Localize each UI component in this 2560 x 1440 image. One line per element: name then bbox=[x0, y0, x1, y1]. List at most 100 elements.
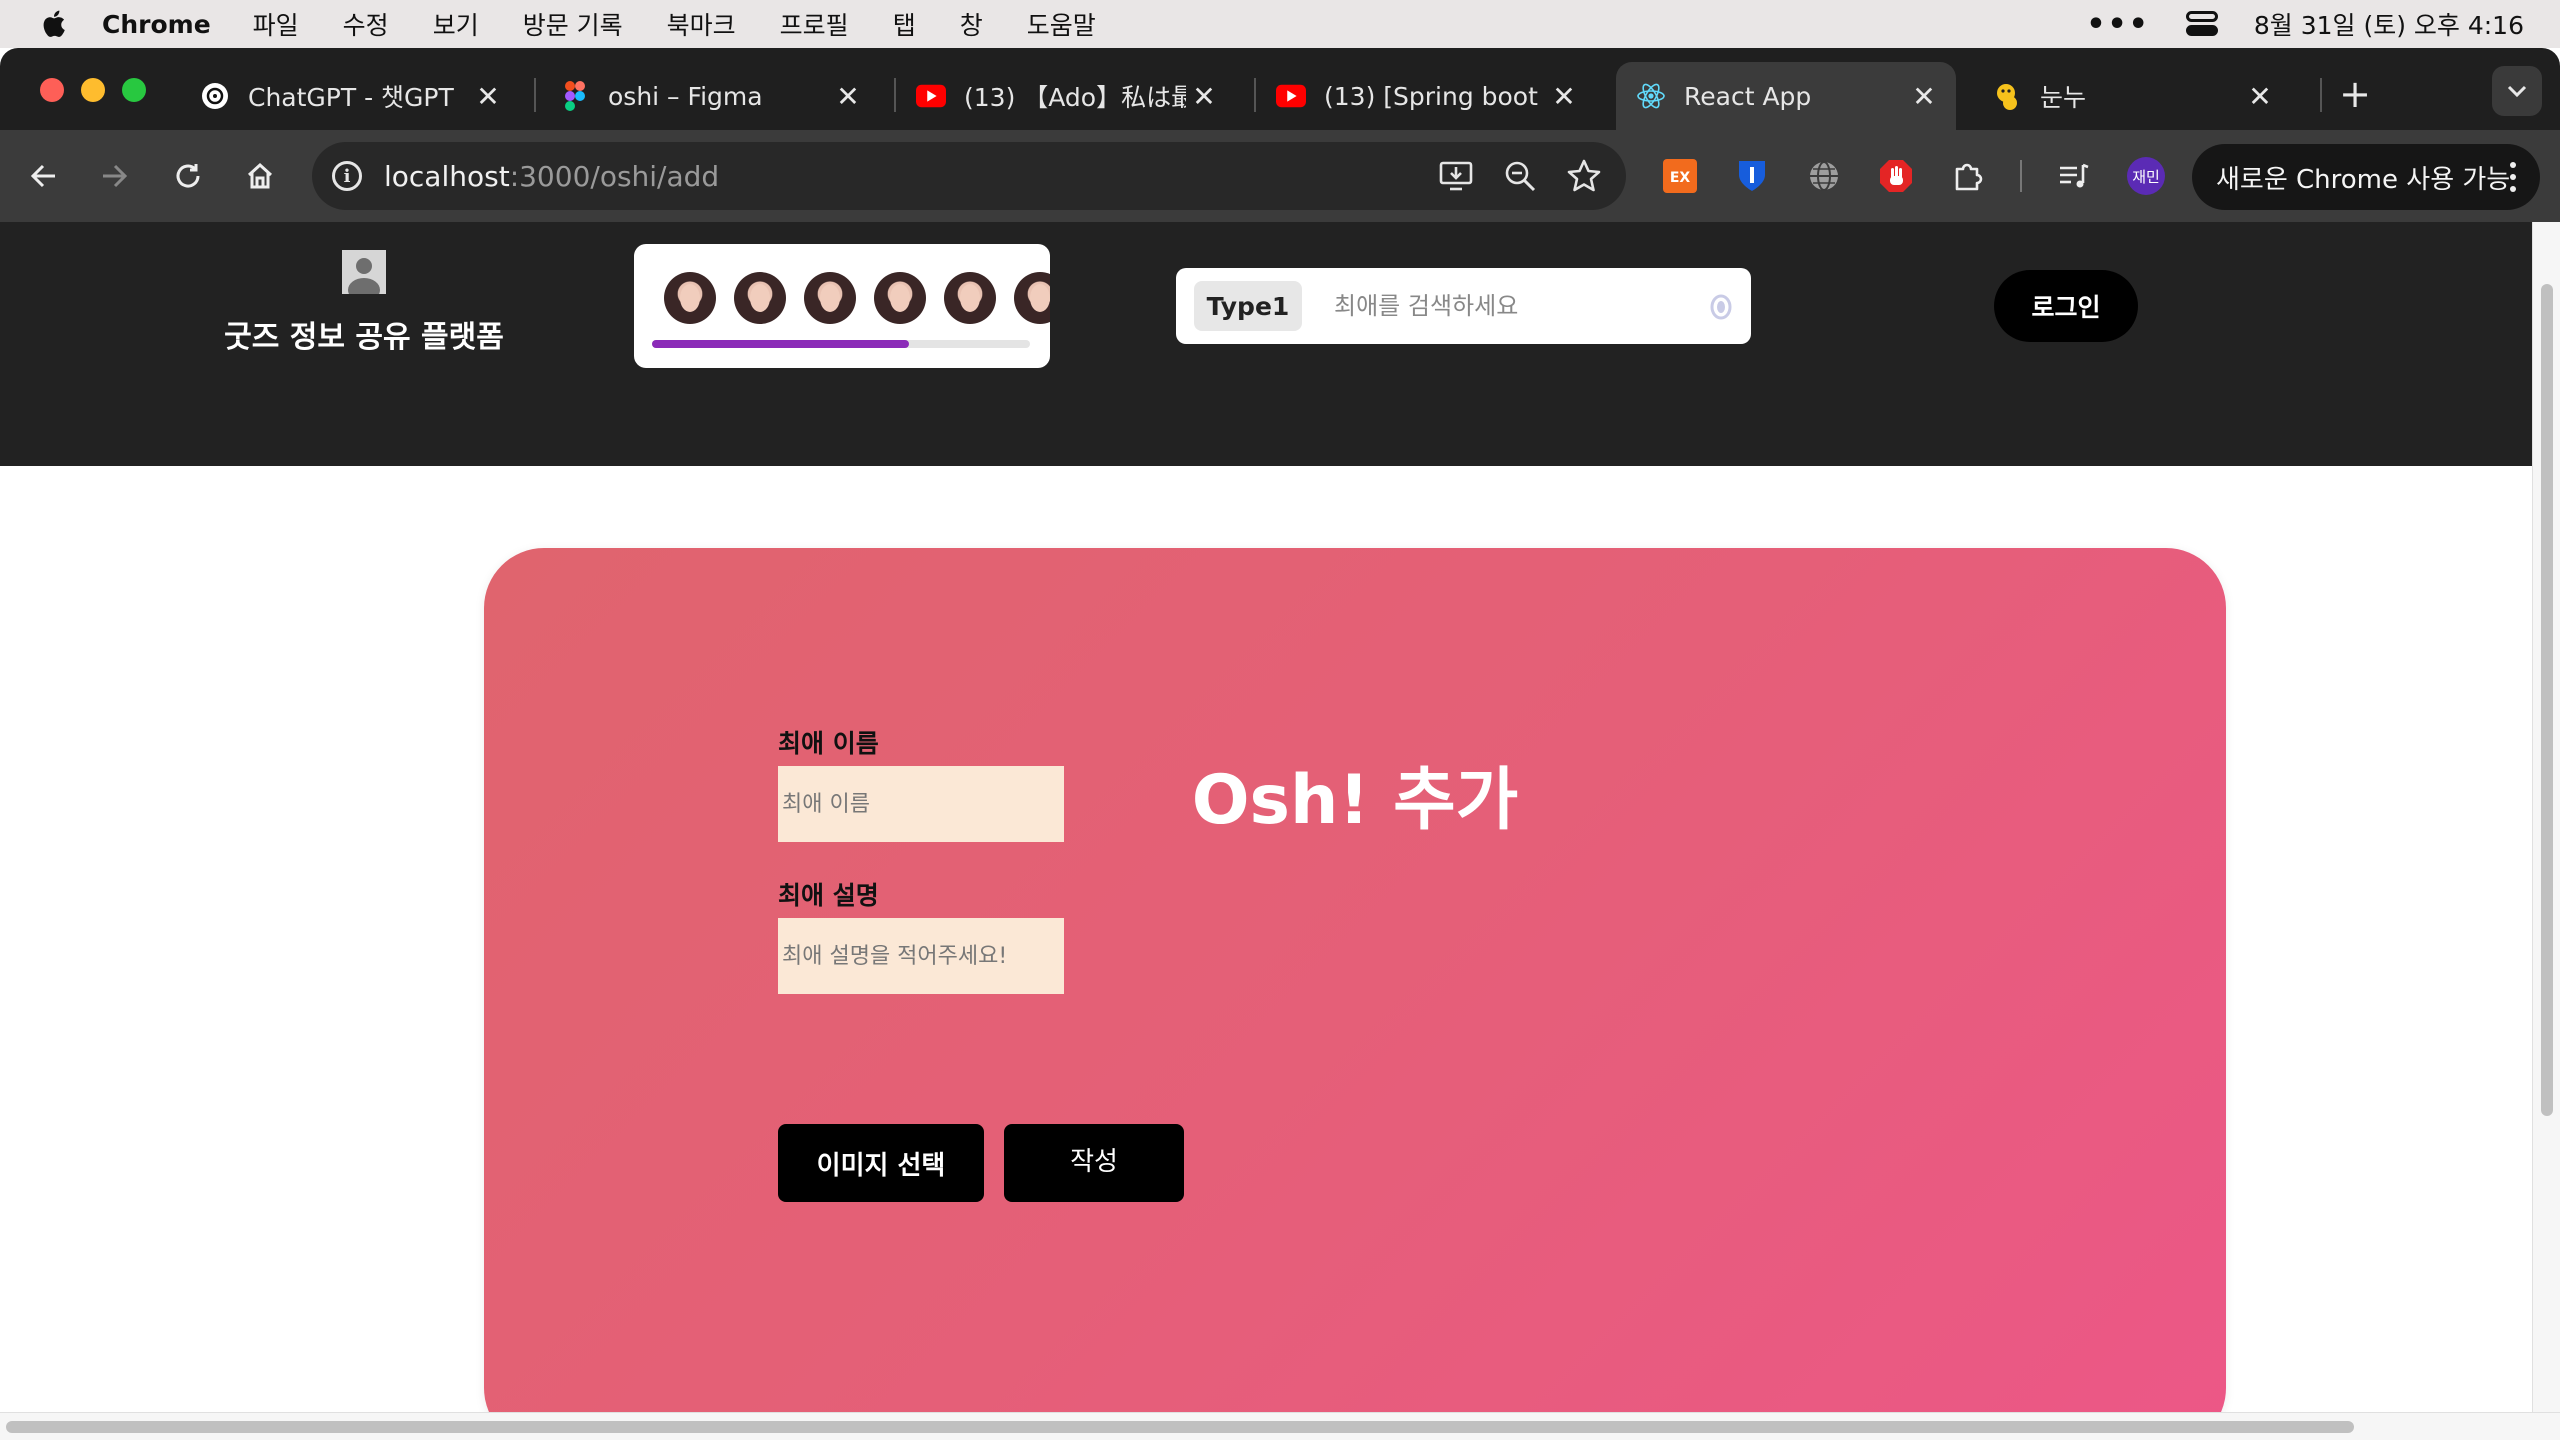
tab-figma[interactable]: oshi – Figma ✕ bbox=[540, 62, 880, 130]
menu-app-name[interactable]: Chrome bbox=[102, 10, 211, 39]
window-controls bbox=[40, 78, 146, 102]
select-image-button[interactable]: 이미지 선택 bbox=[778, 1124, 984, 1202]
tab-close-icon[interactable]: ✕ bbox=[1906, 78, 1942, 114]
forward-button[interactable] bbox=[90, 152, 138, 200]
install-app-icon[interactable] bbox=[1438, 158, 1474, 194]
address-bar[interactable]: i localhost:3000/oshi/add bbox=[312, 142, 1626, 210]
kebab-menu-icon bbox=[2510, 162, 2516, 192]
menu-bookmarks[interactable]: 북마크 bbox=[667, 6, 736, 42]
menu-tab[interactable]: 탭 bbox=[893, 6, 916, 42]
bitwarden-shield-icon[interactable] bbox=[1728, 152, 1776, 200]
oshi-description-input[interactable] bbox=[778, 918, 1064, 994]
oshi-avatar[interactable] bbox=[664, 272, 716, 324]
tab-title: React App bbox=[1684, 81, 1812, 111]
arrow-right-icon bbox=[103, 164, 128, 188]
minimize-window-button[interactable] bbox=[81, 78, 105, 102]
tab-close-icon[interactable]: ✕ bbox=[2242, 78, 2278, 114]
tab-strip: ChatGPT - 챗GPT ✕ oshi – Figma ✕ (13) 【Ad… bbox=[0, 48, 2560, 130]
search-input[interactable] bbox=[1334, 292, 1694, 320]
new-tab-button[interactable]: + bbox=[2330, 72, 2380, 116]
search-icon[interactable] bbox=[1709, 294, 1733, 320]
chrome-update-button[interactable]: 새로운 Chrome 사용 가능 bbox=[2192, 144, 2540, 210]
login-button[interactable]: 로그인 bbox=[1994, 270, 2138, 342]
close-window-button[interactable] bbox=[40, 78, 64, 102]
horizontal-scrollbar[interactable] bbox=[0, 1412, 2560, 1440]
extension-ex-icon[interactable]: EX bbox=[1656, 152, 1704, 200]
url-text[interactable]: localhost:3000/oshi/add bbox=[384, 160, 719, 193]
tab-react-app[interactable]: React App ✕ bbox=[1616, 62, 1956, 130]
tab-separator bbox=[2320, 78, 2322, 112]
oshi-avatar[interactable] bbox=[734, 272, 786, 324]
chevron-down-icon bbox=[2507, 85, 2527, 98]
menu-help[interactable]: 도움말 bbox=[1027, 6, 1096, 42]
tab-chatgpt[interactable]: ChatGPT - 챗GPT ✕ bbox=[180, 62, 520, 130]
search-bar: Type1 bbox=[1176, 268, 1751, 344]
back-button[interactable] bbox=[20, 152, 68, 200]
tab-title: (13) [Spring boot + bbox=[1324, 81, 1546, 111]
more-menu-icon[interactable]: ••• bbox=[2086, 7, 2150, 42]
extensions-puzzle-icon[interactable] bbox=[1944, 152, 1992, 200]
oshi-description-label: 최애 설명 bbox=[778, 881, 879, 910]
submit-button[interactable]: 작성 bbox=[1004, 1124, 1184, 1202]
globe-extension-icon[interactable] bbox=[1800, 152, 1848, 200]
reload-button[interactable] bbox=[164, 152, 212, 200]
vertical-scroll-thumb[interactable] bbox=[2541, 284, 2553, 1116]
tab-title: 눈누 bbox=[2040, 83, 2087, 112]
browser-toolbar: i localhost:3000/oshi/add EX 재민 새로운 Chro… bbox=[0, 130, 2560, 222]
oshi-name-label: 최애 이름 bbox=[778, 729, 879, 758]
figma-icon bbox=[560, 81, 590, 111]
oshi-avatar[interactable] bbox=[874, 272, 926, 324]
arrow-left-icon bbox=[30, 164, 55, 188]
home-button[interactable] bbox=[236, 152, 284, 200]
menu-edit[interactable]: 수정 bbox=[343, 6, 389, 42]
oshi-avatar[interactable] bbox=[944, 272, 996, 324]
menu-clock[interactable]: 8월 31일 (토) 오후 4:16 bbox=[2254, 6, 2524, 42]
profile-avatar[interactable]: 재민 bbox=[2122, 152, 2170, 200]
tab-close-icon[interactable]: ✕ bbox=[1546, 78, 1582, 114]
apple-logo-icon[interactable] bbox=[38, 7, 72, 41]
browser-window: ChatGPT - 챗GPT ✕ oshi – Figma ✕ (13) 【Ad… bbox=[0, 48, 2560, 222]
chatgpt-icon bbox=[200, 81, 230, 111]
youtube-icon bbox=[916, 81, 946, 111]
tab-close-icon[interactable]: ✕ bbox=[1186, 78, 1222, 114]
control-center-icon[interactable] bbox=[2185, 11, 2218, 37]
oshi-name-input[interactable] bbox=[778, 766, 1064, 842]
zoom-window-button[interactable] bbox=[122, 78, 146, 102]
oshi-carousel[interactable] bbox=[634, 244, 1050, 368]
tab-noonnu[interactable]: 눈누 ✕ bbox=[1972, 62, 2292, 130]
stop-hand-icon[interactable] bbox=[1872, 152, 1920, 200]
tab-youtube-spring[interactable]: (13) [Spring boot + ✕ bbox=[1256, 62, 1596, 130]
tab-title: ChatGPT - 챗GPT bbox=[248, 83, 454, 112]
tab-title: (13) 【Ado】私は最強 ( bbox=[964, 83, 1186, 112]
media-queue-icon[interactable] bbox=[2050, 152, 2098, 200]
url-path: :3000/oshi/add bbox=[509, 159, 720, 193]
bookmark-star-icon[interactable] bbox=[1566, 158, 1602, 194]
menu-profiles[interactable]: 프로필 bbox=[780, 6, 849, 42]
page-title: Osh! 추가 bbox=[1191, 761, 1519, 840]
zoom-icon[interactable] bbox=[1502, 158, 1538, 194]
horizontal-scroll-thumb[interactable] bbox=[6, 1421, 2354, 1433]
search-type-select[interactable]: Type1 bbox=[1194, 281, 1302, 331]
site-brand[interactable]: 굿즈 정보 공유 플랫폼 bbox=[200, 250, 528, 356]
menu-window[interactable]: 창 bbox=[960, 6, 983, 42]
youtube-icon bbox=[1276, 81, 1306, 111]
macos-menu-bar: Chrome 파일 수정 보기 방문 기록 북마크 프로필 탭 창 도움말 ••… bbox=[0, 0, 2560, 48]
address-bar-actions bbox=[1438, 158, 1602, 194]
avatar-row bbox=[664, 272, 1050, 324]
vertical-scrollbar[interactable] bbox=[2532, 222, 2560, 1412]
tab-search-button[interactable] bbox=[2492, 66, 2542, 116]
menu-view[interactable]: 보기 bbox=[433, 6, 479, 42]
carousel-scroll-track[interactable] bbox=[652, 340, 1030, 348]
site-info-icon[interactable]: i bbox=[332, 161, 362, 191]
tab-youtube-ado[interactable]: (13) 【Ado】私は最強 ( ✕ bbox=[896, 62, 1236, 130]
oshi-avatar[interactable] bbox=[1014, 272, 1050, 324]
menu-file[interactable]: 파일 bbox=[253, 6, 299, 42]
oshi-avatar[interactable] bbox=[804, 272, 856, 324]
tab-close-icon[interactable]: ✕ bbox=[470, 78, 506, 114]
menu-history[interactable]: 방문 기록 bbox=[523, 6, 623, 42]
oshi-add-card: Osh! 추가 최애 이름 최애 설명 이미지 선택 작성 bbox=[484, 548, 2226, 1412]
home-icon bbox=[247, 162, 273, 189]
tab-close-icon[interactable]: ✕ bbox=[830, 78, 866, 114]
react-icon bbox=[1636, 81, 1666, 111]
reload-icon bbox=[176, 164, 200, 188]
